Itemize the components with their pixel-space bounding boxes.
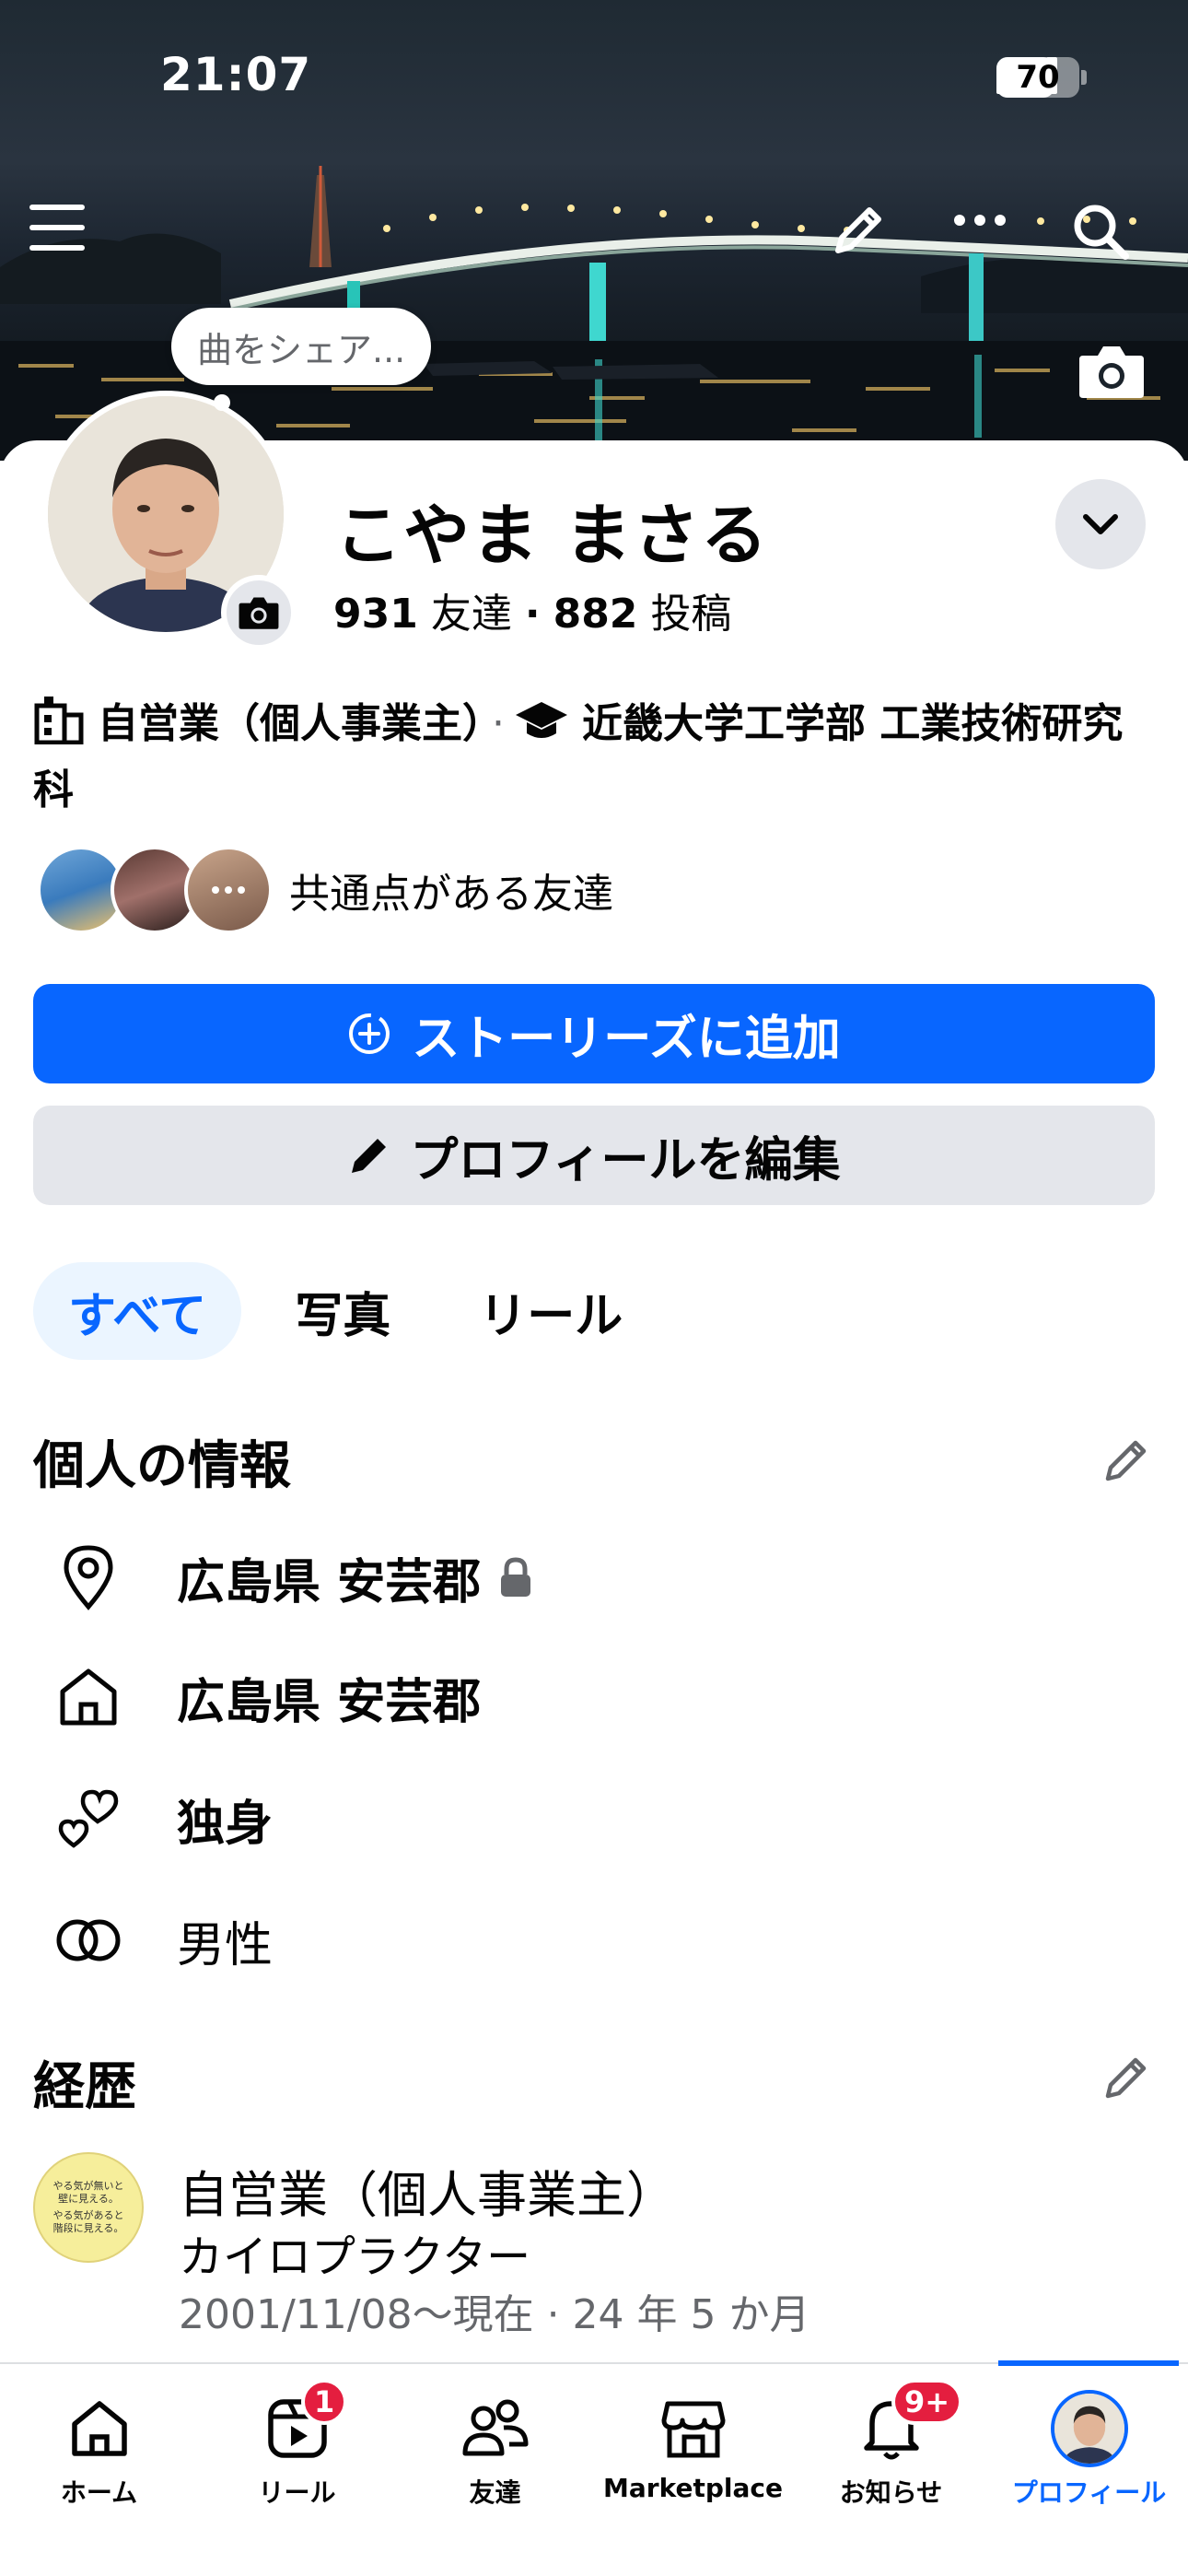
add-story-button[interactable]: ストーリーズに追加 (33, 984, 1155, 1083)
edit-profile-button[interactable]: プロフィールを編集 (33, 1106, 1155, 1205)
home-icon (52, 1660, 125, 1734)
battery-level: 70 (1016, 59, 1060, 96)
gender-text: 男性 (177, 1917, 274, 1973)
info-row-gender: 男性 (52, 1903, 273, 1977)
friends-label[interactable]: 友達 (431, 591, 512, 638)
profile-stats: 931 友達 · 882 投稿 (333, 580, 731, 639)
nav-profile-label: プロフィール (1011, 2477, 1167, 2508)
hamburger-menu-icon (29, 205, 85, 251)
search-button[interactable] (1070, 201, 1136, 267)
pencil-icon (348, 1134, 390, 1177)
location-pin-icon (52, 1540, 125, 1614)
intro-separator: · (492, 700, 505, 747)
reels-badge: 1 (301, 2379, 348, 2425)
personal-info-title: 個人の情報 (33, 1436, 291, 1496)
info-row-relationship: 独身 (52, 1782, 273, 1856)
job-title: 自営業（個人事業主） (179, 2166, 676, 2224)
nav-reels[interactable]: 1 リール (198, 2364, 396, 2512)
nav-friends[interactable]: 友達 (396, 2364, 594, 2512)
job-role: カイロプラクター (179, 2231, 531, 2283)
workplace-logo: やる気が無いと 壁に見える。 やる気があると 階段に見える。 (33, 2152, 144, 2263)
more-options-button[interactable] (952, 214, 1017, 254)
battery-indicator: 70 (996, 57, 1087, 98)
gender-icon (52, 1903, 125, 1977)
hearts-icon (52, 1782, 125, 1856)
building-icon (33, 693, 85, 761)
mutual-friend-avatar (184, 846, 273, 934)
status-bar: 21:07 70 (0, 0, 1188, 157)
profile-camera-button[interactable] (221, 575, 297, 650)
profile-screen: 21:07 70 曲をシェア... こやま まさる 931 友達 · 882 投… (0, 0, 1188, 2576)
lock-icon (501, 1557, 531, 1597)
add-story-icon (347, 1012, 391, 1056)
nav-marketplace[interactable]: Marketplace (594, 2364, 792, 2512)
more-dots-icon (954, 215, 1006, 226)
marketplace-icon (655, 2390, 732, 2467)
friends-count: 931 (333, 591, 418, 638)
edit-career-button[interactable] (1098, 2047, 1157, 2106)
profile-avatar-icon (1050, 2390, 1128, 2467)
menu-button[interactable] (28, 203, 98, 262)
edit-profile-label: プロフィールを編集 (410, 1132, 841, 1188)
chevron-down-icon (1083, 514, 1118, 534)
posts-count: 882 (553, 591, 638, 638)
current-city-label: 広島県 安芸郡 (177, 1554, 482, 1610)
posts-label: 投稿 (650, 591, 732, 638)
info-row-current-city: 広島県 安芸郡 (52, 1540, 534, 1614)
status-time: 21:07 (160, 48, 312, 101)
mutual-friends-row[interactable]: 共通点がある友達 (37, 846, 613, 934)
friends-icon (457, 2390, 534, 2467)
nav-notifications[interactable]: 9+ お知らせ (792, 2364, 990, 2512)
relationship-text: 独身 (177, 1796, 274, 1852)
home-icon (61, 2390, 138, 2467)
status-icons: 70 (996, 57, 1087, 98)
pencil-icon (1105, 1440, 1147, 1481)
add-story-label: ストーリーズに追加 (412, 1011, 841, 1067)
profile-name: こやま まさる (335, 497, 770, 574)
tab-all[interactable]: すべて (33, 1262, 242, 1360)
info-row-hometown: 広島県 安芸郡 (52, 1660, 481, 1734)
nav-reels-label: リール (258, 2477, 336, 2508)
work-text: 自営業（個人事業主） (98, 700, 483, 747)
bubble-tail (214, 394, 230, 411)
hometown-text: 広島県 安芸郡 (177, 1674, 482, 1730)
job-date: 2001/11/08〜現在 · 24 年 5 か月 (179, 2291, 810, 2338)
stats-separator: · (524, 591, 541, 638)
edit-personal-info-button[interactable] (1098, 1430, 1157, 1489)
tab-reels[interactable]: リール (444, 1262, 658, 1360)
nav-notifications-label: お知らせ (839, 2477, 943, 2508)
tab-photos[interactable]: 写真 (260, 1262, 425, 1360)
edit-cover-button[interactable] (829, 201, 893, 265)
pencil-icon (1105, 2057, 1147, 2099)
current-city-text: 広島県 安芸郡 (177, 1543, 534, 1612)
search-icon (1074, 205, 1129, 260)
bottom-navigation: ホーム 1 リール 友達 Marketplace 9+ お知らせ プロフィール (0, 2360, 1188, 2576)
cover-camera-button[interactable] (1077, 343, 1151, 407)
camera-icon (239, 597, 279, 629)
profile-dropdown-button[interactable] (1055, 479, 1146, 569)
pencil-icon (835, 207, 881, 253)
nav-marketplace-label: Marketplace (603, 2473, 783, 2503)
song-share-bubble[interactable]: 曲をシェア... (171, 308, 432, 385)
more-dots-icon (212, 886, 245, 894)
career-title: 経歴 (33, 2057, 136, 2117)
intro-line: 自営業（個人事業主） · 近畿大学工学部 工業技術研究科 (33, 693, 1157, 820)
nav-home[interactable]: ホーム (0, 2364, 198, 2512)
nav-friends-label: 友達 (469, 2477, 521, 2508)
nav-home-label: ホーム (60, 2477, 138, 2508)
camera-icon (1079, 346, 1144, 398)
nav-profile[interactable]: プロフィール (990, 2364, 1188, 2512)
graduation-cap-icon (514, 698, 569, 761)
notifications-badge: 9+ (891, 2379, 963, 2425)
mutual-friends-label: 共通点がある友達 (289, 871, 613, 918)
profile-tabs: すべて 写真 リール (33, 1262, 676, 1360)
